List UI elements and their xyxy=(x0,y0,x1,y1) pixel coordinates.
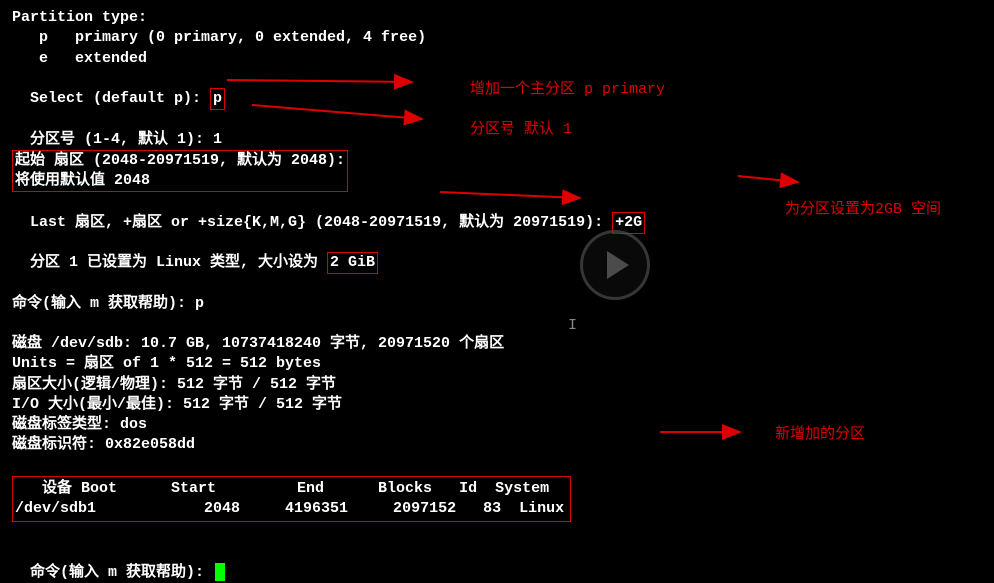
cmd-prompt-text: 命令(输入 m 获取帮助): xyxy=(30,564,213,581)
cursor-icon xyxy=(215,563,225,581)
start-sector-box: 起始 扇区 (2048-20971519, 默认为 2048): 将使用默认值 … xyxy=(12,150,348,193)
arrow-icon xyxy=(738,168,808,195)
play-button-overlay[interactable] xyxy=(580,230,650,300)
text-cursor-ibeam-icon: I xyxy=(568,316,577,336)
annotation-size: 为分区设置为2GB 空间 xyxy=(785,200,941,220)
io-size-line: I/O 大小(最小/最佳): 512 字节 / 512 字节 xyxy=(12,395,982,415)
partition-table-box: 设备 Boot Start End Blocks Id System /dev/… xyxy=(12,476,571,523)
partition-number-prompt: 分区号 (1-4, 默认 1): xyxy=(30,131,213,148)
cmd-prompt-p[interactable]: 命令(输入 m 获取帮助): p xyxy=(12,294,982,314)
default-used-line: 将使用默认值 2048 xyxy=(15,171,345,191)
select-value[interactable]: p xyxy=(210,88,225,110)
units-line: Units = 扇区 of 1 * 512 = 512 bytes xyxy=(12,354,982,374)
partition-set-size: 2 GiB xyxy=(327,252,378,274)
last-sector-prompt: Last 扇区, +扇区 or +size{K,M,G} (2048-20971… xyxy=(30,214,612,231)
sector-size-line: 扇区大小(逻辑/物理): 512 字节 / 512 字节 xyxy=(12,375,982,395)
table-row: /dev/sdb1 2048 4196351 2097152 83 Linux xyxy=(15,499,564,519)
partition-type-header: Partition type: xyxy=(12,8,982,28)
start-sector-line: 起始 扇区 (2048-20971519, 默认为 2048): xyxy=(15,151,345,171)
table-header: 设备 Boot Start End Blocks Id System xyxy=(15,479,564,499)
partition-set-prefix: 分区 1 已设置为 Linux 类型, 大小设为 xyxy=(30,254,327,271)
play-icon xyxy=(607,251,629,279)
select-prompt: Select (default p): xyxy=(30,90,210,107)
option-primary: p primary (0 primary, 0 extended, 4 free… xyxy=(12,28,982,48)
partition-number-value[interactable]: 1 xyxy=(213,131,222,148)
cmd-prompt-final[interactable]: 命令(输入 m 获取帮助): xyxy=(12,543,982,583)
annotation-part-num: 分区号 默认 1 xyxy=(470,120,572,140)
partition-set-line: 分区 1 已设置为 Linux 类型, 大小设为 2 GiB xyxy=(12,233,982,274)
option-extended: e extended xyxy=(12,49,982,69)
annotation-new-partition: 新增加的分区 xyxy=(775,425,865,445)
disk-info: 磁盘 /dev/sdb: 10.7 GB, 10737418240 字节, 20… xyxy=(12,334,982,354)
annotation-primary: 增加一个主分区 p primary xyxy=(470,80,665,100)
